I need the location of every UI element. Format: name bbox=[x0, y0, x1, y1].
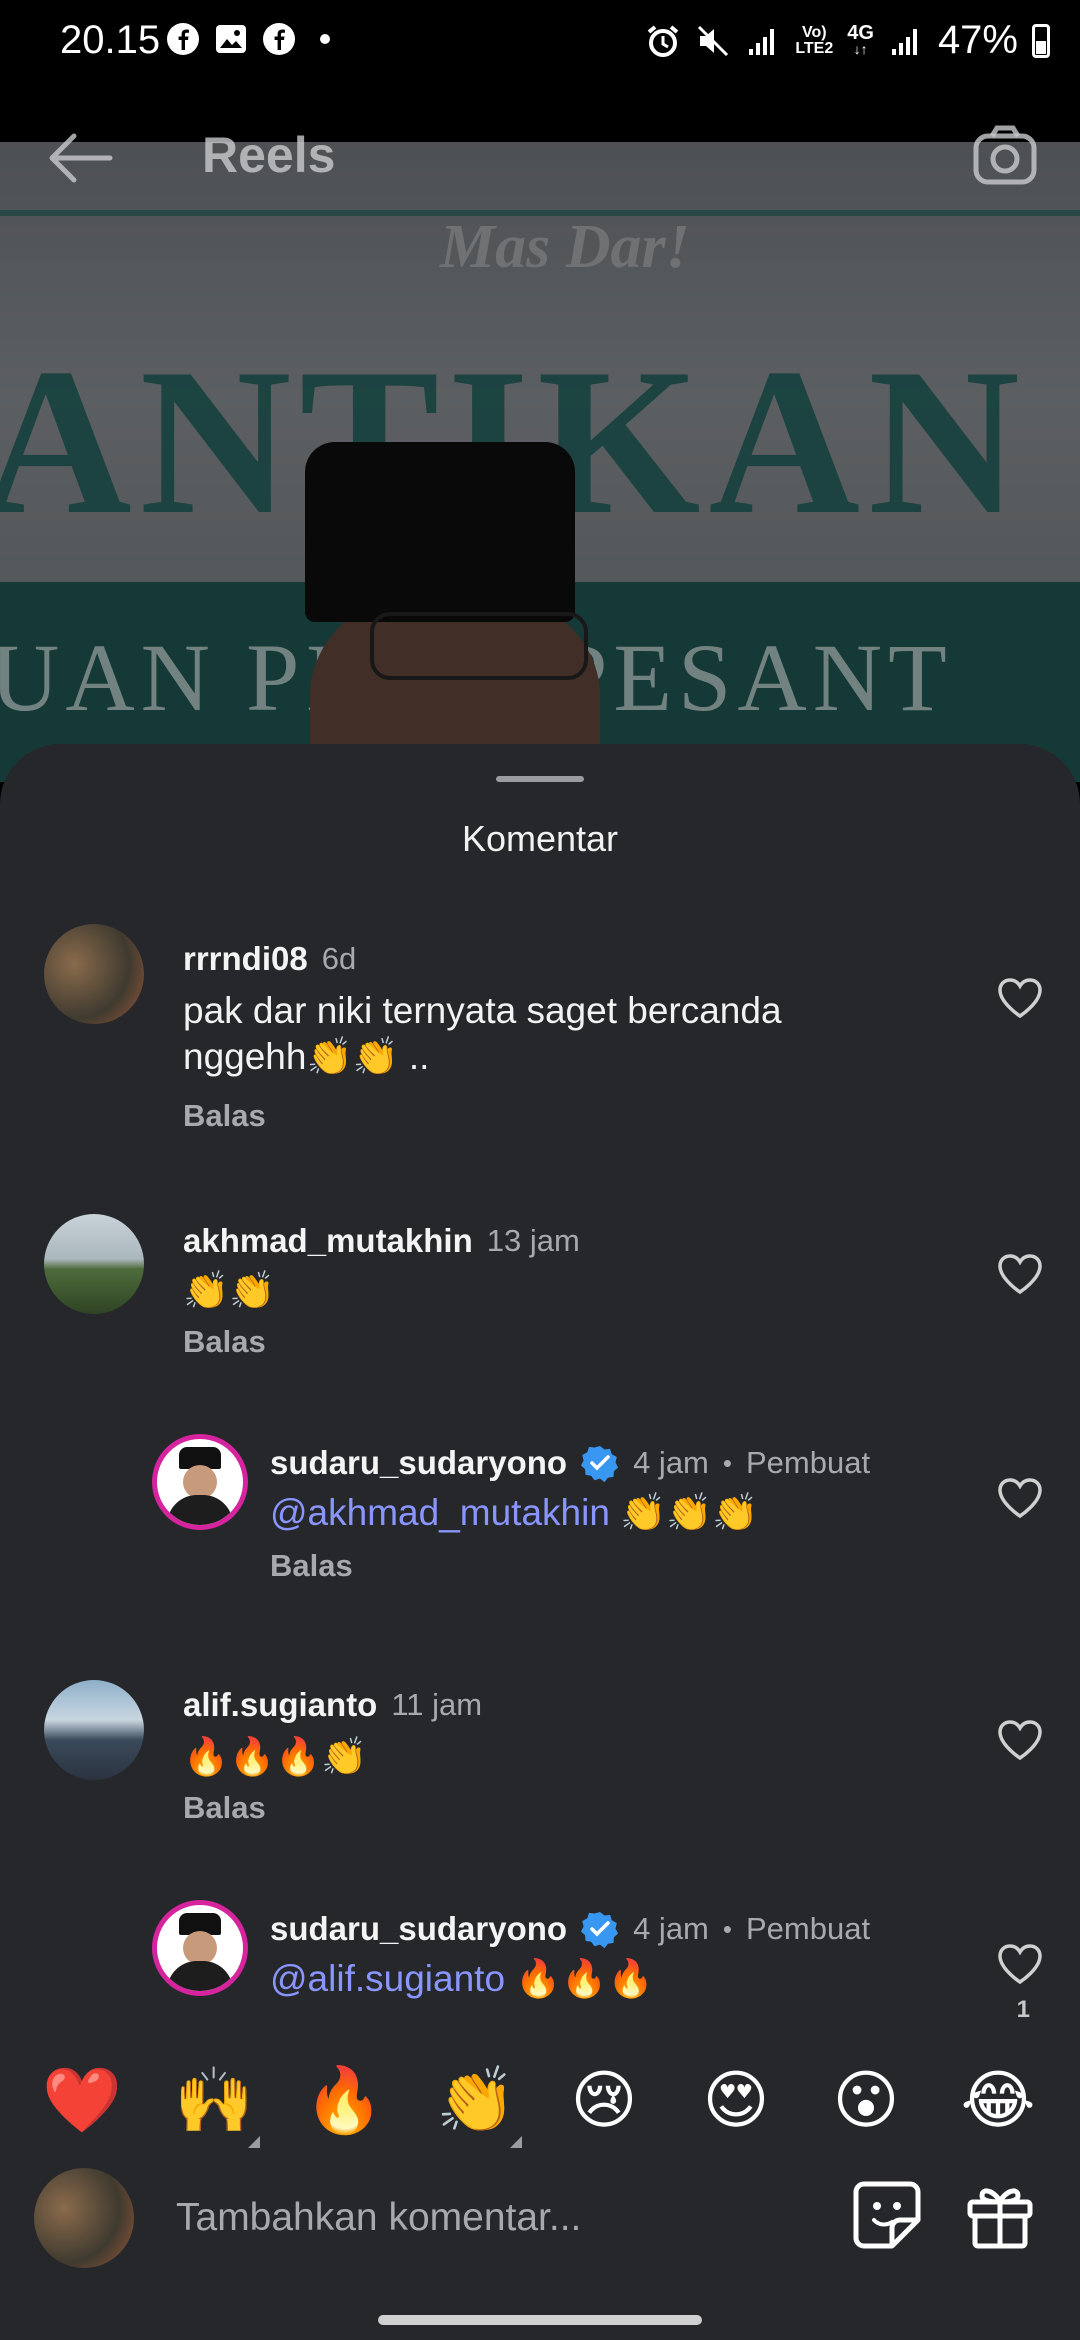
network-label: Vo) LTE2 bbox=[795, 23, 834, 57]
camera-icon[interactable] bbox=[972, 124, 1038, 186]
signal-icon bbox=[749, 28, 775, 55]
emoji-heart-eyes-button[interactable]: 😍 bbox=[698, 2062, 774, 2138]
comment-text: pak dar niki ternyata saget bercanda ngg… bbox=[183, 990, 782, 1077]
heart-outline-icon[interactable] bbox=[996, 976, 1044, 1020]
signal-icon-2 bbox=[891, 28, 917, 55]
avatar[interactable] bbox=[44, 924, 144, 1024]
heart-outline-icon[interactable] bbox=[996, 1718, 1044, 1762]
avatar[interactable] bbox=[44, 1680, 144, 1780]
comment-username[interactable]: sudaru_sudaryono bbox=[270, 1444, 567, 1482]
avatar[interactable] bbox=[44, 1214, 144, 1314]
comment-text: 👏👏 bbox=[183, 1270, 276, 1311]
gallery-icon bbox=[216, 25, 246, 53]
drag-handle[interactable] bbox=[496, 776, 584, 782]
comment-time: 11 jam bbox=[391, 1687, 483, 1722]
network-type: 4G ↓↑ bbox=[847, 21, 874, 57]
skin-tone-indicator bbox=[248, 2136, 260, 2148]
facebook-icon bbox=[167, 23, 199, 55]
emoji-quick-bar: ❤️ 🙌 🔥 👏 😢 😍 😮 😂 bbox=[0, 2040, 1080, 2160]
comment-time: 6d bbox=[321, 941, 357, 976]
comment-username[interactable]: sudaru_sudaryono bbox=[270, 1910, 567, 1948]
emoji-fire-button[interactable]: 🔥 bbox=[304, 2062, 384, 2138]
comment-time: 13 jam bbox=[486, 1223, 580, 1258]
comment-username[interactable]: alif.sugianto bbox=[183, 1686, 377, 1724]
reply-button[interactable]: Balas bbox=[183, 1324, 266, 1360]
status-bar: 20.15 Vo) LTE2 4G ↓↑ 47% bbox=[0, 0, 1080, 82]
mention-link[interactable]: @alif.sugianto bbox=[270, 1958, 505, 1999]
system-icons: Vo) LTE2 4G ↓↑ 47% bbox=[645, 18, 1050, 63]
avatar[interactable] bbox=[152, 1434, 248, 1530]
battery-level: 47% bbox=[937, 18, 1018, 62]
emoji-crying-button[interactable]: 😢 bbox=[566, 2062, 642, 2138]
video-dim-overlay bbox=[0, 82, 1080, 782]
comment-username[interactable]: akhmad_mutakhin bbox=[183, 1222, 473, 1260]
emoji-laughing-button[interactable]: 😂 bbox=[960, 2062, 1036, 2138]
comment-text: 🔥🔥🔥👏 bbox=[183, 1736, 368, 1777]
navigation-bar bbox=[0, 2280, 1080, 2340]
verified-badge-icon bbox=[581, 1912, 619, 1948]
separator-dot: • bbox=[722, 1447, 732, 1478]
comment-text: @akhmad_mutakhin 👏👏👏 bbox=[270, 1490, 758, 1536]
comment-username[interactable]: rrrndi08 bbox=[183, 940, 308, 978]
emoji-raised-hands-button[interactable]: 🙌 bbox=[174, 2062, 254, 2138]
heart-outline-icon[interactable] bbox=[996, 1942, 1044, 1986]
emoji-clap-button[interactable]: 👏 bbox=[436, 2062, 516, 2138]
notification-icons bbox=[166, 22, 330, 56]
reply-button[interactable]: Balas bbox=[183, 1790, 266, 1826]
my-avatar bbox=[34, 2168, 134, 2268]
sheet-title: Komentar bbox=[461, 818, 619, 859]
reply-button[interactable]: Balas bbox=[270, 1548, 353, 1584]
comment-emoji: 🔥🔥🔥 bbox=[505, 1958, 654, 1999]
creator-label: Pembuat bbox=[746, 1911, 871, 1946]
reply-button[interactable]: Balas bbox=[183, 1098, 266, 1134]
sticker-icon[interactable] bbox=[852, 2180, 922, 2250]
heart-outline-icon[interactable] bbox=[996, 1476, 1044, 1520]
like-count: 1 bbox=[1016, 1996, 1030, 2023]
comment-text: @alif.sugianto 🔥🔥🔥 bbox=[270, 1956, 654, 2002]
comment-emoji: 👏👏👏 bbox=[609, 1492, 759, 1533]
gift-icon[interactable] bbox=[966, 2180, 1034, 2250]
mute-icon bbox=[698, 25, 729, 56]
comment-input[interactable]: Tambahkan komentar... bbox=[176, 2196, 581, 2240]
skin-tone-indicator bbox=[510, 2136, 522, 2148]
more-notifications-dot bbox=[320, 34, 330, 44]
mention-link[interactable]: @akhmad_mutakhin bbox=[270, 1492, 610, 1533]
alarm-icon bbox=[648, 24, 679, 57]
battery-icon bbox=[1032, 23, 1050, 58]
facebook-icon bbox=[263, 23, 295, 55]
heart-outline-icon[interactable] bbox=[996, 1252, 1044, 1296]
page-title: Reels bbox=[202, 127, 336, 183]
status-time: 20.15 bbox=[60, 18, 161, 62]
home-indicator[interactable] bbox=[378, 2315, 702, 2325]
back-arrow-icon[interactable] bbox=[44, 128, 114, 188]
avatar[interactable] bbox=[152, 1900, 248, 1996]
separator-dot: • bbox=[722, 1913, 732, 1944]
creator-label: Pembuat bbox=[746, 1445, 871, 1480]
emoji-surprised-button[interactable]: 😮 bbox=[828, 2062, 904, 2138]
emoji-heart-button[interactable]: ❤️ bbox=[42, 2062, 122, 2138]
comment-input-row: Tambahkan komentar... bbox=[0, 2160, 1080, 2280]
verified-badge-icon bbox=[581, 1446, 619, 1482]
comment-time: 4 jam bbox=[633, 1445, 709, 1480]
comment-time: 4 jam bbox=[633, 1911, 709, 1946]
